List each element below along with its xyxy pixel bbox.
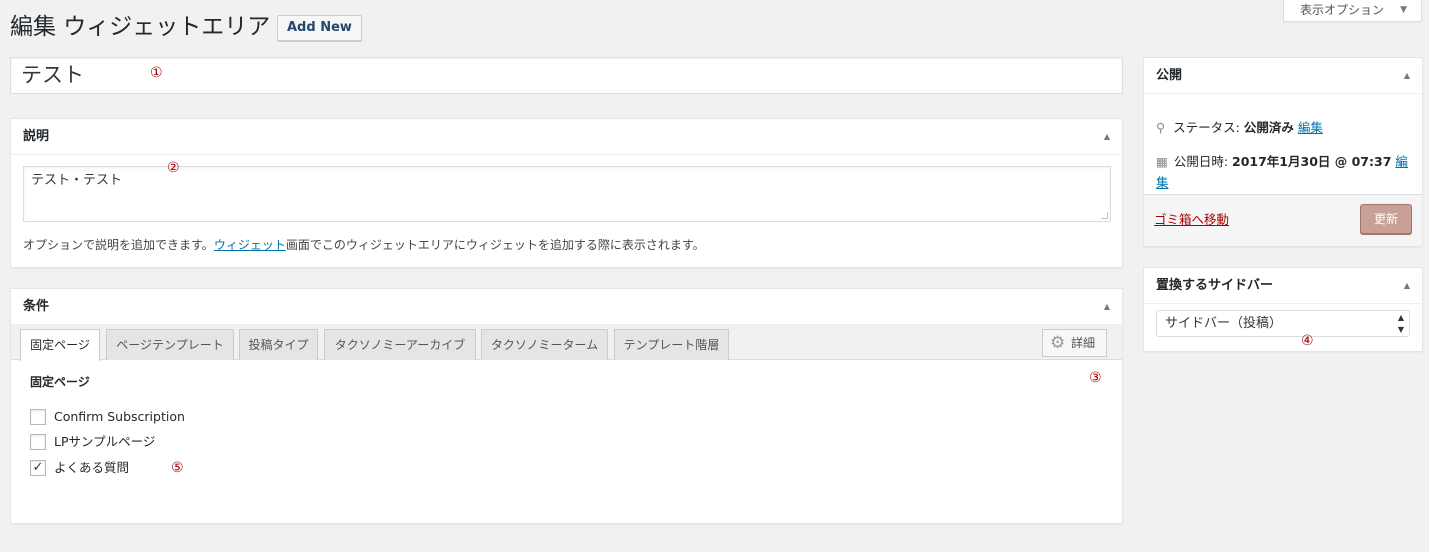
triangle-up-icon[interactable]: ▲ <box>1404 268 1410 304</box>
replace-sidebar-box: 置換するサイドバー ▲ サイドバー（投稿） ▲ ▼ ④ <box>1143 267 1423 352</box>
trash-link[interactable]: ゴミ箱へ移動 <box>1154 209 1229 228</box>
calendar-icon: ▦ <box>1156 154 1168 169</box>
date-value: 2017年1月30日 @ 07:37 <box>1232 154 1392 169</box>
replace-sidebar-header[interactable]: 置換するサイドバー ▲ <box>1144 268 1422 304</box>
detail-label: 詳細 <box>1071 336 1096 350</box>
triangle-up-icon[interactable]: ▲ <box>1104 119 1110 155</box>
dropdown-arrow-icon: ▼ <box>1400 5 1407 15</box>
page-option-label: LPサンプルページ <box>54 434 156 449</box>
description-hint-before: オプションで説明を追加できます。 <box>23 238 214 252</box>
annotation-marker-4: ④ <box>1301 333 1314 349</box>
page-option[interactable]: LPサンプルページ <box>30 433 156 450</box>
conditions-box: 条件 ▲ 固定ページ ページテンプレート 投稿タイプ タクソノミーアーカイブ タ… <box>10 288 1123 524</box>
page-option[interactable]: ✓ よくある質問 <box>30 459 130 476</box>
sidebar-select-value: サイドバー（投稿） <box>1165 316 1283 331</box>
screen-options-label: 表示オプション <box>1300 3 1385 17</box>
annotation-marker-2: ② <box>167 160 180 176</box>
annotation-marker-1: ① <box>150 65 163 81</box>
description-textarea-value: テスト・テスト <box>31 173 123 188</box>
date-label: 公開日時: <box>1173 154 1229 169</box>
annotation-marker-3: ③ <box>1089 370 1102 386</box>
publish-box: 公開 ▲ ⚲ ステータス: 公開済み 編集 ▦ 公開日時: 2017年1月30日 @… <box>1143 57 1423 247</box>
title-input[interactable]: テスト <box>10 57 1123 94</box>
tab-fixed-page[interactable]: 固定ページ <box>20 329 100 361</box>
status-edit-link[interactable]: 編集 <box>1298 120 1323 135</box>
checkbox[interactable]: ✓ <box>30 459 46 476</box>
gear-icon: ⚙ <box>1050 333 1066 353</box>
section-label: 固定ページ <box>30 375 90 389</box>
page-option-label: Confirm Subscription <box>54 409 185 424</box>
page-option[interactable]: Confirm Subscription <box>30 408 185 425</box>
publish-heading: 公開 <box>1156 68 1183 83</box>
widgets-link[interactable]: ウィジェット <box>214 238 286 252</box>
pin-icon: ⚲ <box>1156 120 1166 135</box>
tab-page-template[interactable]: ページテンプレート <box>106 329 234 360</box>
tab-taxonomy-term[interactable]: タクソノミーターム <box>481 329 608 360</box>
status-value: 公開済み <box>1243 120 1294 135</box>
page-option-label: よくある質問 <box>54 460 130 475</box>
tab-post-type[interactable]: 投稿タイプ <box>239 329 318 360</box>
description-box: 説明 ▲ テスト・テスト ② オプションで説明を追加できます。ウィジェット画面で… <box>10 118 1123 268</box>
detail-button[interactable]: ⚙ 詳細 <box>1042 329 1107 357</box>
description-box-header[interactable]: 説明 ▲ <box>11 119 1122 155</box>
date-edit-link-part2[interactable]: 集 <box>1156 175 1169 190</box>
status-label: ステータス: <box>1173 120 1240 135</box>
select-arrows-icon: ▲ ▼ <box>1397 313 1404 334</box>
tab-template-hierarchy[interactable]: テンプレート階層 <box>614 329 729 360</box>
description-textarea[interactable]: テスト・テスト <box>23 166 1111 222</box>
conditions-box-header[interactable]: 条件 ▲ <box>11 289 1122 325</box>
triangle-up-icon[interactable]: ▲ <box>1104 289 1110 325</box>
description-hint-after: 画面でこのウィジェットエリアにウィジェットを追加する際に表示されます。 <box>285 238 705 252</box>
status-row: ⚲ ステータス: 公開済み 編集 <box>1156 117 1323 136</box>
update-button[interactable]: 更新 <box>1360 204 1412 234</box>
date-row-wrap: 集 <box>1156 172 1169 191</box>
description-hint: オプションで説明を追加できます。ウィジェット画面でこのウィジェットエリアにウィジ… <box>23 236 705 253</box>
date-row: ▦ 公開日時: 2017年1月30日 @ 07:37 編 <box>1156 151 1408 170</box>
conditions-tabs: 固定ページ ページテンプレート 投稿タイプ タクソノミーアーカイブ タクソノミー… <box>11 325 1122 361</box>
triangle-up-icon[interactable]: ▲ <box>1404 58 1410 94</box>
conditions-heading: 条件 <box>23 299 50 314</box>
replace-sidebar-heading: 置換するサイドバー <box>1156 278 1274 293</box>
tab-taxonomy-archive[interactable]: タクソノミーアーカイブ <box>324 329 476 360</box>
publish-actions: ゴミ箱へ移動 更新 <box>1144 194 1422 246</box>
description-heading: 説明 <box>23 129 50 144</box>
checkmark-icon: ✓ <box>32 459 44 475</box>
date-edit-link-part1[interactable]: 編 <box>1395 154 1408 169</box>
screen-options-button[interactable]: 表示オプション ▼ <box>1283 0 1422 22</box>
publish-box-header[interactable]: 公開 ▲ <box>1144 58 1422 94</box>
checkbox[interactable] <box>30 433 46 450</box>
sidebar-select[interactable]: サイドバー（投稿） ▲ ▼ <box>1156 310 1410 337</box>
add-new-button[interactable]: Add New <box>277 15 362 41</box>
checkbox[interactable] <box>30 408 46 425</box>
annotation-marker-5: ⑤ <box>171 460 184 476</box>
page-title: 編集 ウィジェットエリア <box>10 14 271 40</box>
resize-handle-icon[interactable] <box>1101 212 1108 219</box>
